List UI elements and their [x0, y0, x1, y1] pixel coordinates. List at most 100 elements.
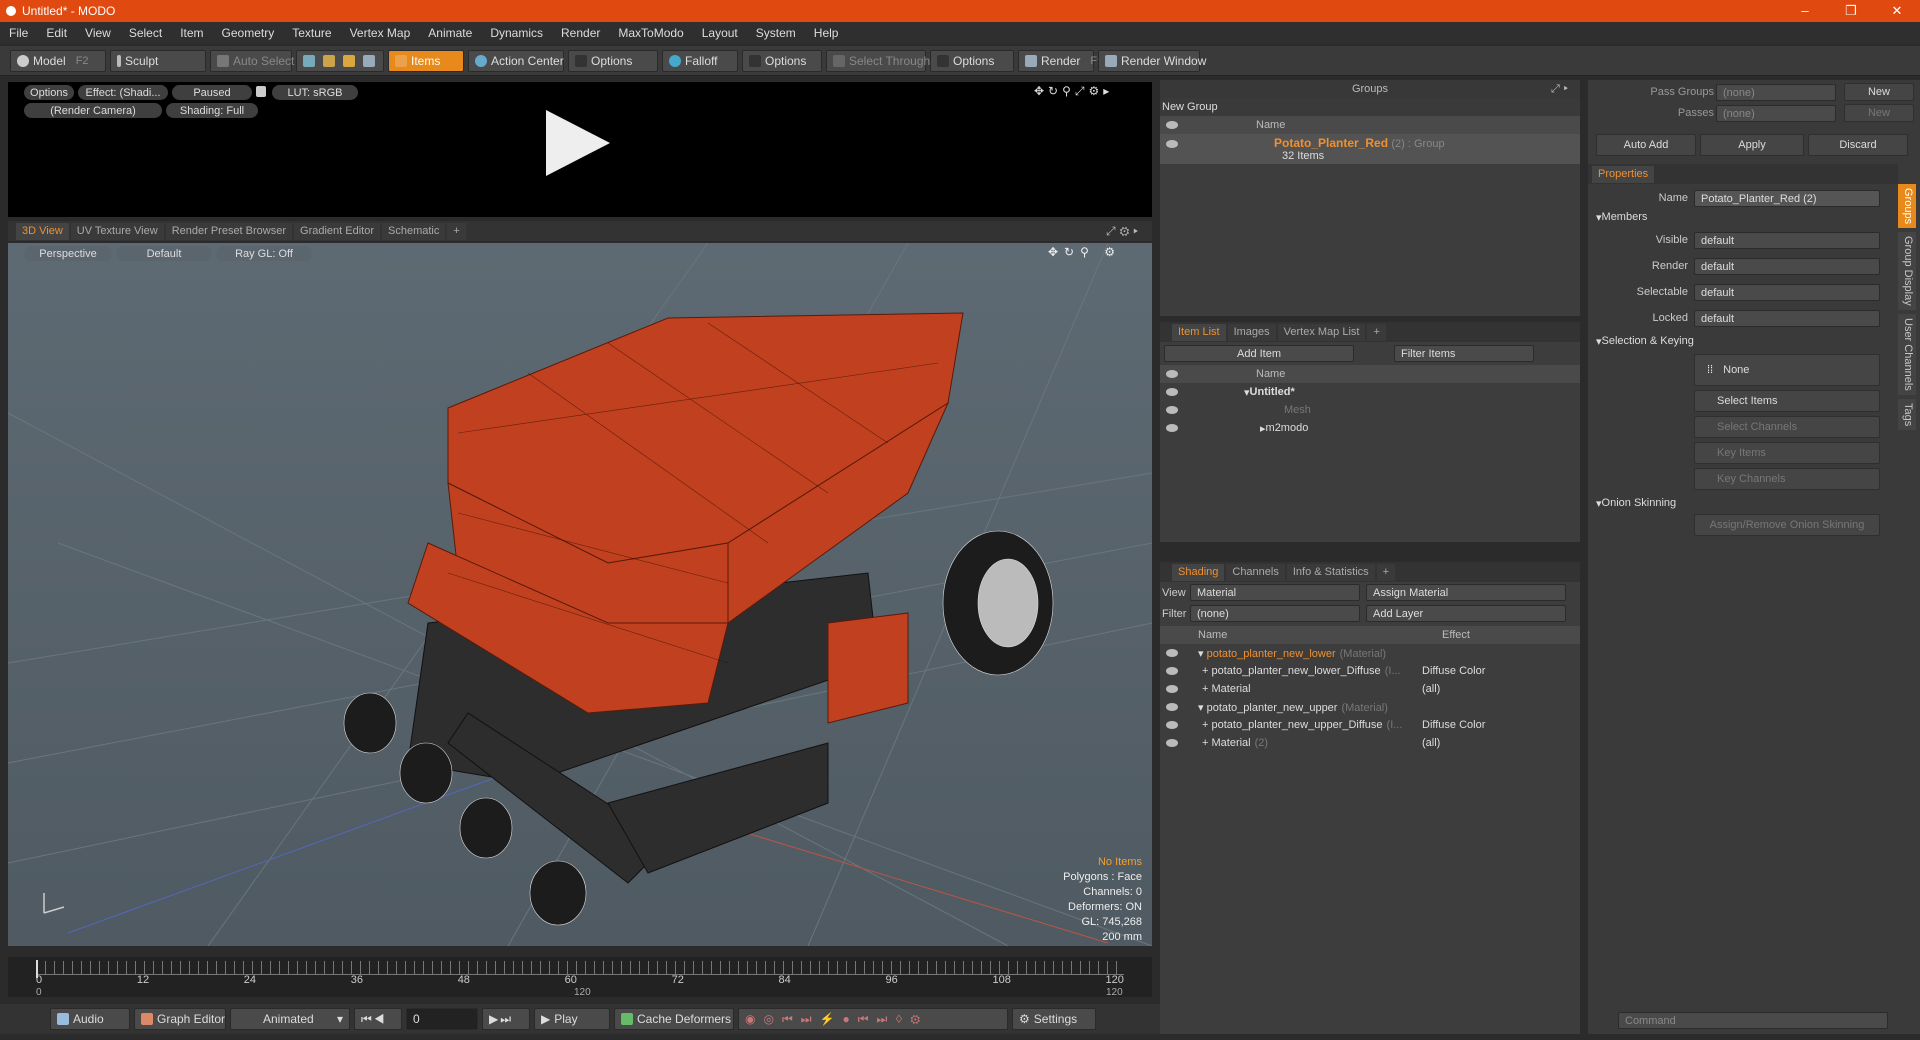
minimize-button[interactable]: – [1782, 3, 1828, 19]
expand-arrow-icon[interactable]: ▾ [1198, 702, 1207, 714]
graph-editor-button[interactable]: Graph Editor [134, 1008, 226, 1030]
menu-system[interactable]: System [747, 26, 805, 40]
tab-shading[interactable]: Shading [1172, 563, 1225, 581]
key-channels-button[interactable]: Key Channels [1694, 468, 1880, 490]
shading-row[interactable]: + potato_planter_new_upper_Diffuse (I... D… [1160, 716, 1580, 734]
eye-icon[interactable] [1166, 685, 1178, 693]
filter-items-input[interactable]: Filter Items [1394, 345, 1534, 362]
locked-dropdown[interactable]: default [1694, 310, 1880, 327]
menu-maxtomodo[interactable]: MaxToModo [609, 26, 692, 40]
lock-icon[interactable] [256, 86, 266, 97]
lut-dropdown[interactable]: LUT: sRGB [272, 85, 358, 100]
filter-dropdown[interactable]: (none) [1190, 605, 1360, 622]
add-tab-button[interactable]: + [447, 222, 466, 240]
preview-options-button[interactable]: Options [24, 85, 74, 100]
polygons-mode-icon[interactable] [343, 54, 355, 67]
eye-icon[interactable] [1166, 649, 1178, 657]
falloff-options-button[interactable]: Options [742, 49, 822, 72]
sculpt-mode-button[interactable]: Sculpt [110, 49, 206, 72]
menu-item[interactable]: Item [171, 26, 212, 40]
item-untitled[interactable]: ▾ Untitled* [1160, 383, 1580, 401]
shading-row-effect[interactable]: (all) [1422, 737, 1440, 749]
shading-row-effect[interactable]: Diffuse Color [1422, 719, 1485, 731]
falloff-button[interactable]: Falloff [662, 49, 738, 72]
new-pass-group-button[interactable]: New [1844, 83, 1914, 101]
menu-render[interactable]: Render [552, 26, 609, 40]
expand-arrow-icon[interactable]: ▾ [1198, 648, 1207, 660]
new-pass-button[interactable]: New [1844, 104, 1914, 122]
cache-deformers-button[interactable]: Cache Deformers [614, 1008, 734, 1030]
tab-gradient-editor[interactable]: Gradient Editor [294, 222, 380, 240]
menu-file[interactable]: File [0, 26, 37, 40]
tab-3d-view[interactable]: 3D View [16, 222, 69, 240]
panel-menu-icons[interactable]: ⤢▸ [1551, 83, 1572, 96]
select-through-button[interactable]: Select Through [826, 49, 930, 72]
action-center-button[interactable]: Action Center [468, 49, 564, 72]
add-layer-dropdown[interactable]: Add Layer [1366, 605, 1566, 622]
pass-groups-dropdown[interactable]: (none) [1716, 84, 1836, 101]
eye-icon[interactable] [1166, 667, 1178, 675]
close-button[interactable]: ✕ [1874, 3, 1920, 19]
audio-button[interactable]: Audio [50, 1008, 130, 1030]
tab-images[interactable]: Images [1227, 323, 1276, 341]
onion-skinning-section[interactable]: ▾ Onion Skinning [1596, 494, 1676, 512]
shading-dropdown[interactable]: Shading: Full [166, 103, 258, 118]
menu-dynamics[interactable]: Dynamics [481, 26, 552, 40]
tab-render-preset-browser[interactable]: Render Preset Browser [165, 222, 293, 240]
render-button[interactable]: Render F9 [1018, 49, 1103, 72]
timeline-playhead[interactable] [36, 960, 38, 978]
group-name-input[interactable]: Potato_Planter_Red (2) [1694, 190, 1880, 207]
tab-uv-texture-view[interactable]: UV Texture View [70, 222, 164, 240]
assign-onion-skinning-button[interactable]: Assign/Remove Onion Skinning [1694, 514, 1880, 536]
maximize-button[interactable]: ❐ [1828, 3, 1874, 19]
tab-vertex-map-list[interactable]: Vertex Map List [1277, 323, 1366, 341]
add-item-dropdown[interactable]: Add Item [1164, 345, 1354, 362]
visible-dropdown[interactable]: default [1694, 232, 1880, 249]
none-button[interactable]: ⁞⁞ None [1694, 354, 1880, 386]
side-tab-groups[interactable]: Groups [1898, 184, 1916, 229]
render-window-button[interactable]: Render Window [1098, 49, 1206, 72]
select-items-button[interactable]: Select Items [1694, 390, 1880, 412]
shading-row[interactable]: + Material (2) (all) [1160, 734, 1580, 752]
menu-texture[interactable]: Texture [283, 26, 340, 40]
items-mode-button[interactable]: Items [388, 49, 464, 72]
eye-icon[interactable] [1166, 721, 1178, 729]
discard-button[interactable]: Discard [1808, 134, 1908, 156]
shading-row[interactable]: + Material (all) [1160, 680, 1580, 698]
model-mode-button[interactable]: Model F2 [10, 49, 106, 72]
shading-row[interactable]: ▾ potato_planter_new_lower (Material) [1160, 644, 1580, 662]
auto-select-button[interactable]: Auto Select [210, 49, 294, 72]
menu-geometry[interactable]: Geometry [213, 26, 284, 40]
animated-dropdown[interactable]: Animated ▾ [230, 1008, 350, 1030]
menu-edit[interactable]: Edit [37, 26, 76, 40]
tab-schematic[interactable]: Schematic [382, 222, 446, 240]
frame-input[interactable]: 0 [406, 1008, 478, 1030]
side-tab-user-channels[interactable]: User Channels [1898, 313, 1916, 395]
menu-animate[interactable]: Animate [419, 26, 481, 40]
shading-row[interactable]: ▾ potato_planter_new_upper (Material) [1160, 698, 1580, 716]
render-dropdown[interactable]: default [1694, 258, 1880, 275]
menu-layout[interactable]: Layout [693, 26, 747, 40]
play-icon[interactable] [546, 110, 610, 176]
members-section[interactable]: ▾ Members [1596, 208, 1647, 226]
view-tab-icons[interactable]: ⤢⚙▸ [1106, 224, 1142, 239]
view-dropdown[interactable]: Material [1190, 584, 1360, 601]
tab-properties[interactable]: Properties [1592, 165, 1655, 183]
menu-select[interactable]: Select [120, 26, 171, 40]
eye-icon[interactable] [1166, 739, 1178, 747]
preview-nav-icons[interactable]: ✥↻⚲⤢⚙▸ [1034, 84, 1113, 99]
menu-help[interactable]: Help [805, 26, 848, 40]
group-row-potato-planter[interactable]: Potato_Planter_Red (2) : Group 32 Items [1160, 134, 1580, 164]
tab-item-list[interactable]: Item List [1172, 323, 1226, 341]
side-tab-group-display[interactable]: Group Display [1898, 232, 1916, 310]
edges-mode-icon[interactable] [323, 54, 335, 67]
item-m2modo[interactable]: ▸ m2modo [1160, 419, 1580, 437]
eye-icon[interactable] [1166, 703, 1178, 711]
add-tab-button[interactable]: + [1367, 323, 1386, 341]
side-tab-tags[interactable]: Tags [1898, 398, 1916, 430]
menu-view[interactable]: View [76, 26, 120, 40]
shading-row-effect[interactable]: Diffuse Color [1422, 665, 1485, 677]
3d-viewport[interactable]: Perspective Default Ray GL: Off ✥↻⚲ ⚙ No… [8, 243, 1152, 946]
selection-keying-section[interactable]: ▾ Selection & Keying [1596, 332, 1694, 350]
shading-row-effect[interactable]: (all) [1422, 683, 1440, 695]
